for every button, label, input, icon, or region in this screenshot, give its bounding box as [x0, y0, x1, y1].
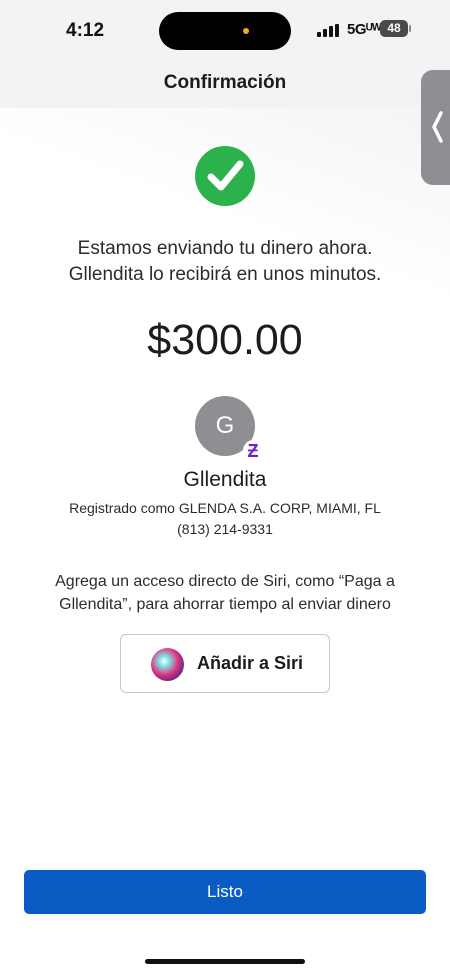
battery-icon: 48 — [380, 20, 408, 37]
confirmation-message-line1: Estamos enviando tu dinero ahora. — [77, 238, 373, 259]
success-check — [195, 146, 255, 206]
home-indicator[interactable] — [145, 959, 305, 964]
siri-icon — [151, 648, 184, 681]
recipient-phone: (813) 214-9331 — [177, 521, 273, 537]
signal-icon — [317, 24, 341, 37]
page-title: Confirmación — [163, 72, 287, 93]
recipient-registration: Registrado como GLENDA S.A. CORP, MIAMI,… — [69, 500, 381, 516]
amount: $300.00 — [147, 316, 303, 364]
dynamic-island — [159, 12, 291, 50]
status-time: 4:12 — [66, 20, 105, 41]
chevron-left-icon — [432, 111, 443, 143]
privacy-indicator-dot — [243, 28, 249, 34]
add-to-siri-label: Añadir a Siri — [197, 653, 304, 673]
siri-info-line2: Gllendita”, para ahorrar tiempo al envia… — [59, 596, 391, 613]
done-button[interactable]: Listo — [24, 870, 426, 914]
network-label: 5Gᵁᵂ — [347, 21, 382, 38]
add-to-siri-button[interactable]: Añadir a Siri — [120, 634, 330, 693]
checkmark-icon — [207, 160, 244, 191]
siri-info-line1: Agrega un acceso directo de Siri, como “… — [55, 573, 395, 590]
side-panel-tab[interactable] — [421, 70, 450, 185]
battery-cap — [409, 25, 411, 32]
confirmation-message-line2: Gllendita lo recibirá en unos minutos. — [68, 264, 382, 285]
recipient-name: Gllendita — [183, 468, 267, 491]
zelle-icon: Ƶ — [243, 440, 263, 462]
